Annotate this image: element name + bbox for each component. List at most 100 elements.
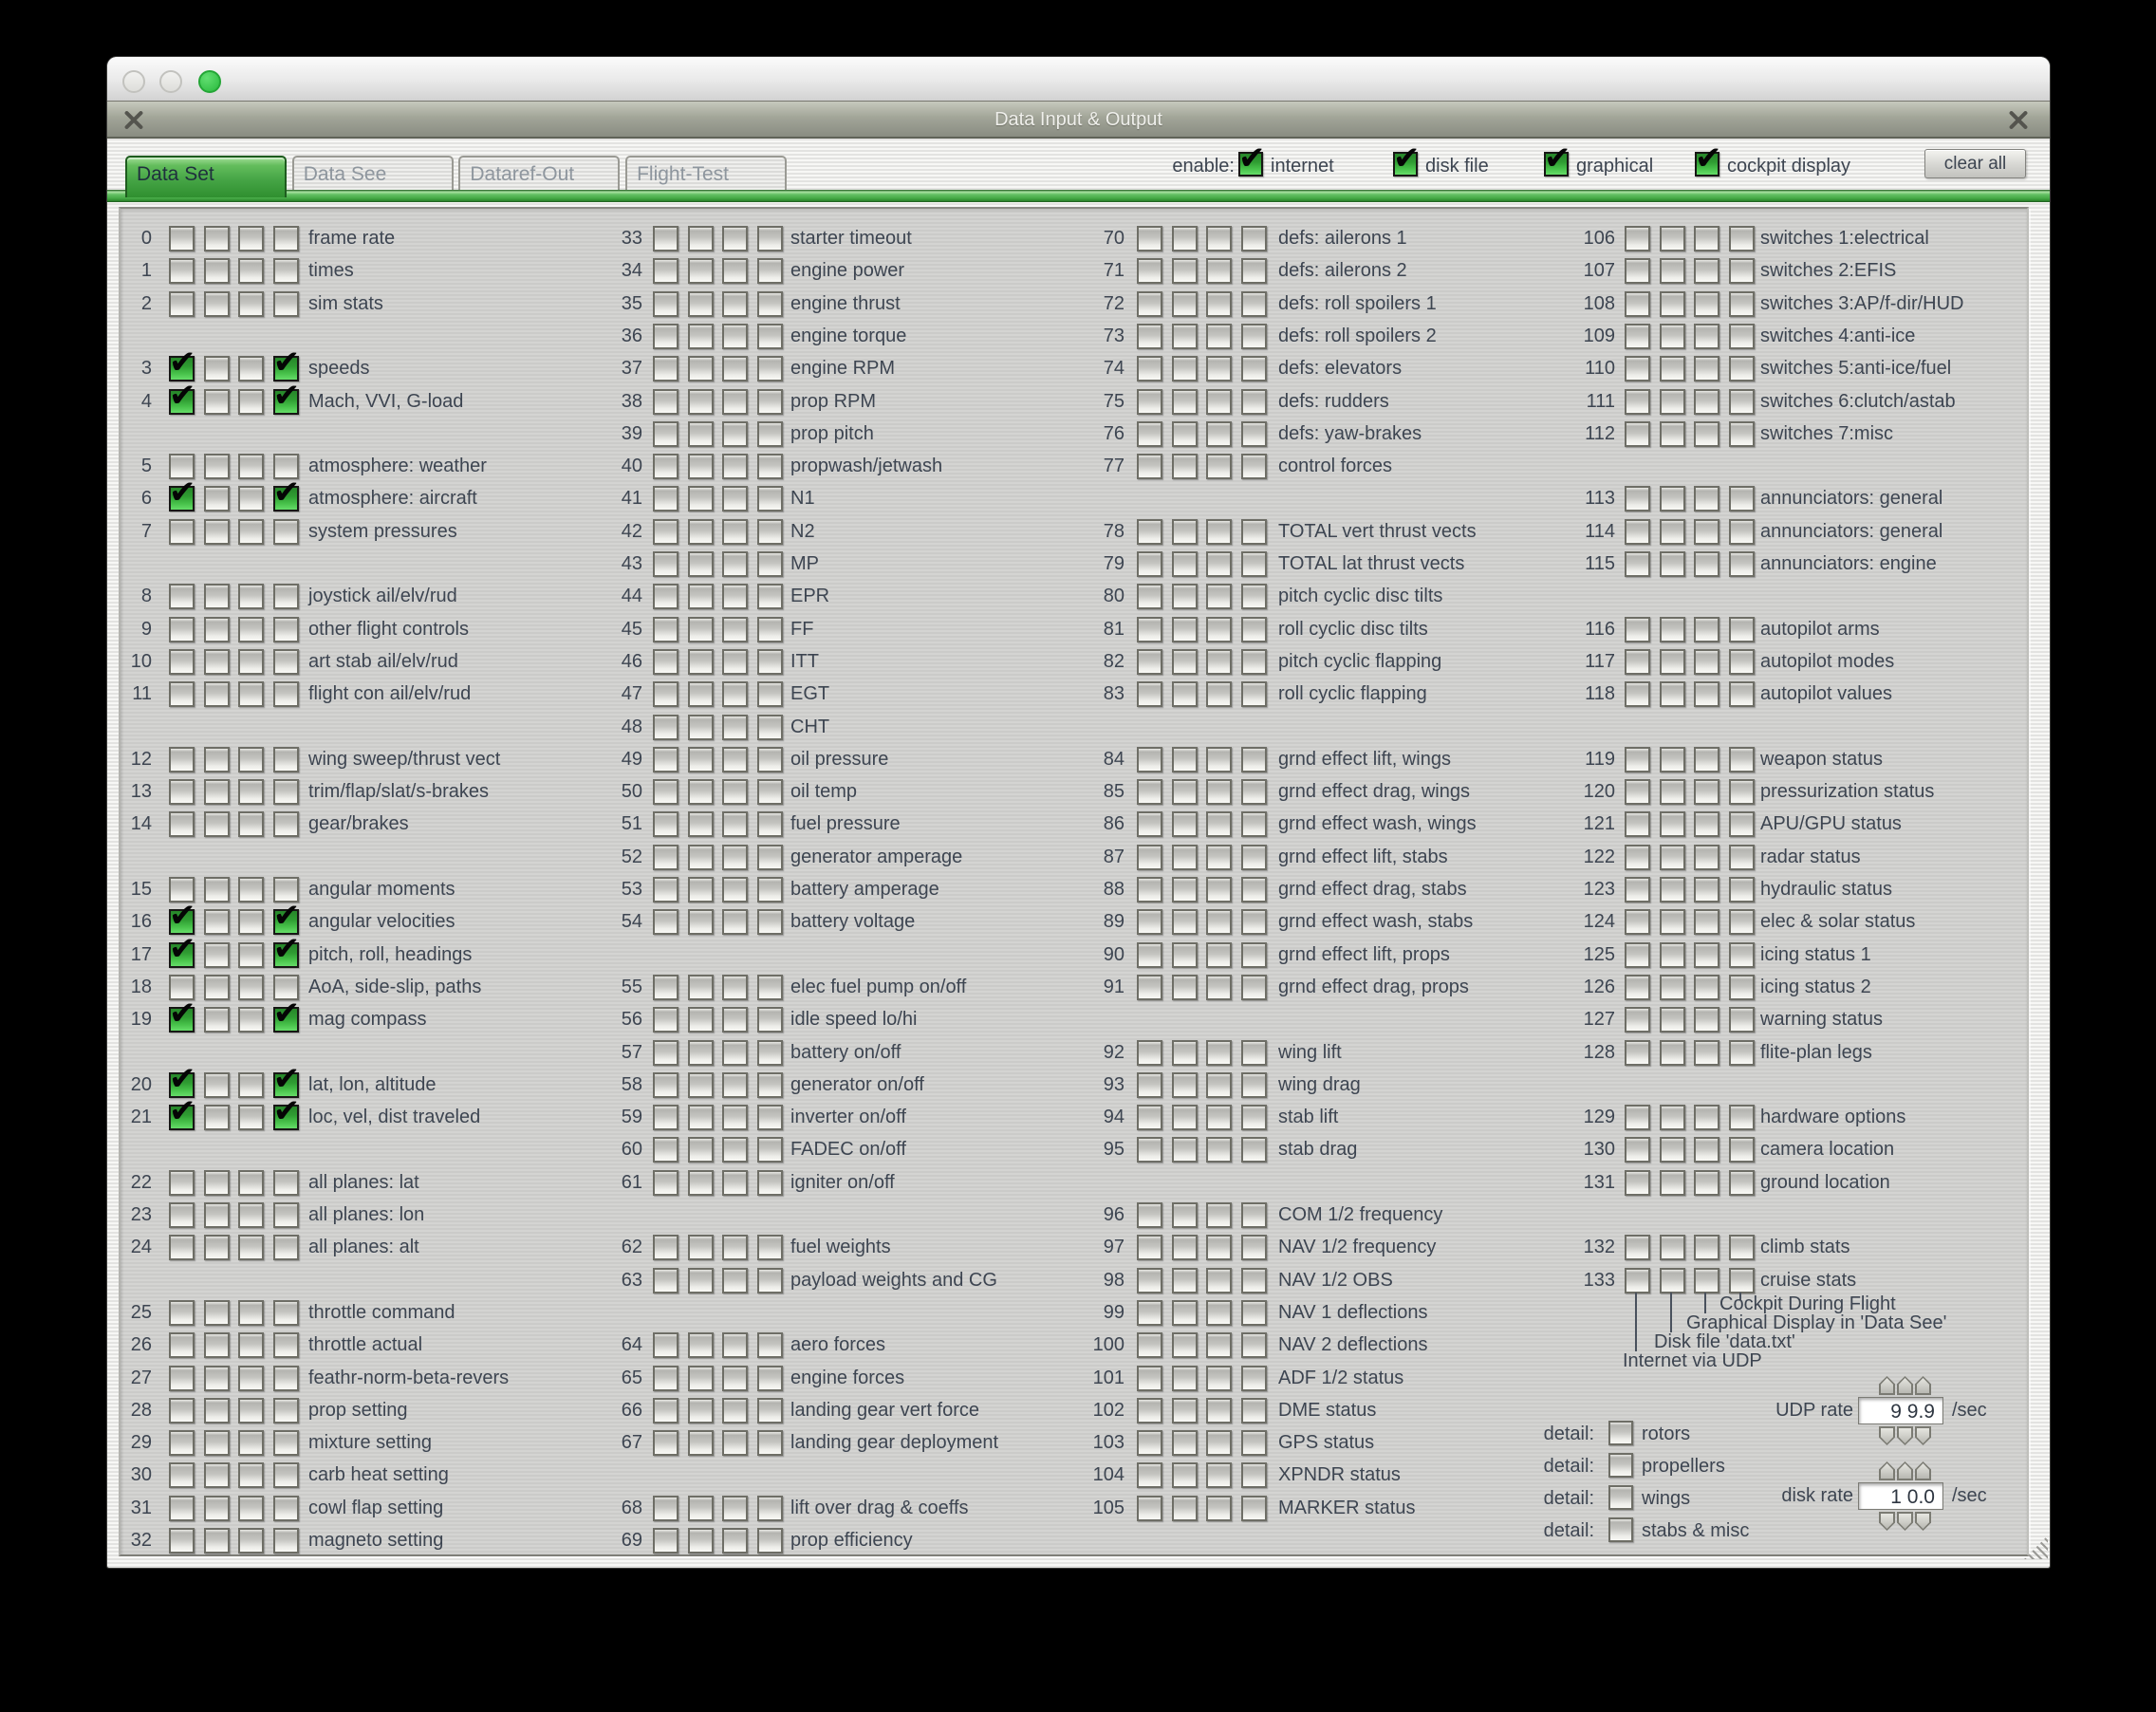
row-checkbox[interactable]	[273, 1332, 299, 1358]
row-checkbox[interactable]	[1206, 1137, 1232, 1163]
row-checkbox[interactable]	[1241, 1366, 1267, 1391]
row-checkbox[interactable]	[1625, 975, 1650, 1000]
row-checkbox[interactable]	[653, 1137, 678, 1163]
row-checkbox[interactable]	[273, 811, 299, 837]
row-checkbox[interactable]	[722, 715, 748, 740]
row-checkbox[interactable]	[722, 779, 748, 805]
row-checkbox[interactable]	[722, 584, 748, 609]
row-checkbox[interactable]	[688, 779, 714, 805]
row-checkbox[interactable]	[722, 1105, 748, 1130]
row-checkbox[interactable]	[1137, 258, 1162, 284]
row-checkbox[interactable]	[169, 811, 195, 837]
row-checkbox[interactable]	[1660, 291, 1685, 317]
row-checkbox[interactable]	[273, 389, 299, 415]
row-checkbox[interactable]	[273, 1235, 299, 1260]
row-checkbox[interactable]	[1694, 519, 1719, 545]
row-checkbox[interactable]	[238, 811, 264, 837]
row-checkbox[interactable]	[238, 1007, 264, 1033]
row-checkbox[interactable]	[204, 617, 230, 642]
row-checkbox[interactable]	[1729, 1040, 1755, 1066]
row-checkbox[interactable]	[238, 1300, 264, 1326]
row-checkbox[interactable]	[1694, 226, 1719, 251]
row-checkbox[interactable]	[1206, 1072, 1232, 1098]
row-checkbox[interactable]	[757, 681, 783, 707]
row-checkbox[interactable]	[653, 877, 678, 903]
row-checkbox[interactable]	[688, 1268, 714, 1293]
row-checkbox[interactable]	[273, 258, 299, 284]
row-checkbox[interactable]	[1729, 909, 1755, 935]
row-checkbox[interactable]	[757, 975, 783, 1000]
row-checkbox[interactable]	[1172, 226, 1198, 251]
row-checkbox[interactable]	[757, 1040, 783, 1066]
row-checkbox[interactable]	[757, 649, 783, 675]
row-checkbox[interactable]	[688, 1072, 714, 1098]
row-checkbox[interactable]	[722, 1496, 748, 1521]
row-checkbox[interactable]	[688, 519, 714, 545]
row-checkbox[interactable]	[722, 324, 748, 349]
row-checkbox[interactable]	[273, 681, 299, 707]
row-checkbox[interactable]	[688, 811, 714, 837]
row-checkbox[interactable]	[722, 1332, 748, 1358]
row-checkbox[interactable]	[722, 389, 748, 415]
row-checkbox[interactable]	[653, 1235, 678, 1260]
row-checkbox[interactable]	[1694, 877, 1719, 903]
row-checkbox[interactable]	[1625, 1040, 1650, 1066]
row-checkbox[interactable]	[653, 1398, 678, 1424]
row-checkbox[interactable]	[1206, 975, 1232, 1000]
row-checkbox[interactable]	[204, 1072, 230, 1098]
row-checkbox[interactable]	[1206, 681, 1232, 707]
row-checkbox[interactable]	[1206, 909, 1232, 935]
row-checkbox[interactable]	[169, 519, 195, 545]
row-checkbox[interactable]	[722, 617, 748, 642]
enable-checkbox-internet[interactable]	[1238, 152, 1263, 177]
row-checkbox[interactable]	[1172, 975, 1198, 1000]
tab-data-see[interactable]: Data See	[292, 156, 454, 190]
row-checkbox[interactable]	[1625, 649, 1650, 675]
row-checkbox[interactable]	[1660, 1007, 1685, 1033]
row-checkbox[interactable]	[1729, 356, 1755, 381]
row-checkbox[interactable]	[722, 1007, 748, 1033]
row-checkbox[interactable]	[688, 1105, 714, 1130]
detail-checkbox-rotors[interactable]	[1608, 1421, 1633, 1445]
row-checkbox[interactable]	[1694, 617, 1719, 642]
row-checkbox[interactable]	[1241, 909, 1267, 935]
row-checkbox[interactable]	[273, 779, 299, 805]
row-checkbox[interactable]	[1172, 681, 1198, 707]
row-checkbox[interactable]	[1172, 1462, 1198, 1488]
row-checkbox[interactable]	[1137, 1105, 1162, 1130]
row-checkbox[interactable]	[1206, 258, 1232, 284]
row-checkbox[interactable]	[653, 1366, 678, 1391]
row-checkbox[interactable]	[722, 1040, 748, 1066]
row-checkbox[interactable]	[653, 1040, 678, 1066]
row-checkbox[interactable]	[204, 1430, 230, 1456]
row-checkbox[interactable]	[169, 779, 195, 805]
row-checkbox[interactable]	[1729, 226, 1755, 251]
row-checkbox[interactable]	[722, 1072, 748, 1098]
row-checkbox[interactable]	[1172, 551, 1198, 577]
row-checkbox[interactable]	[169, 681, 195, 707]
row-checkbox[interactable]	[238, 649, 264, 675]
row-checkbox[interactable]	[757, 811, 783, 837]
tab-flight-test[interactable]: Flight-Test	[625, 156, 787, 190]
row-checkbox[interactable]	[1729, 551, 1755, 577]
row-checkbox[interactable]	[722, 1235, 748, 1260]
row-checkbox[interactable]	[1172, 845, 1198, 870]
row-checkbox[interactable]	[1660, 617, 1685, 642]
row-checkbox[interactable]	[1137, 584, 1162, 609]
row-checkbox[interactable]	[238, 226, 264, 251]
row-checkbox[interactable]	[1241, 811, 1267, 837]
row-checkbox[interactable]	[757, 486, 783, 512]
row-checkbox[interactable]	[653, 1528, 678, 1554]
row-checkbox[interactable]	[1660, 1268, 1685, 1293]
row-checkbox[interactable]	[169, 1398, 195, 1424]
row-checkbox[interactable]	[1206, 1496, 1232, 1521]
row-checkbox[interactable]	[1625, 258, 1650, 284]
row-checkbox[interactable]	[1660, 324, 1685, 349]
detail-checkbox-wings[interactable]	[1608, 1485, 1633, 1510]
row-checkbox[interactable]	[688, 584, 714, 609]
row-checkbox[interactable]	[273, 649, 299, 675]
row-checkbox[interactable]	[1206, 811, 1232, 837]
row-checkbox[interactable]	[204, 1528, 230, 1554]
row-checkbox[interactable]	[757, 454, 783, 479]
row-checkbox[interactable]	[722, 1268, 748, 1293]
